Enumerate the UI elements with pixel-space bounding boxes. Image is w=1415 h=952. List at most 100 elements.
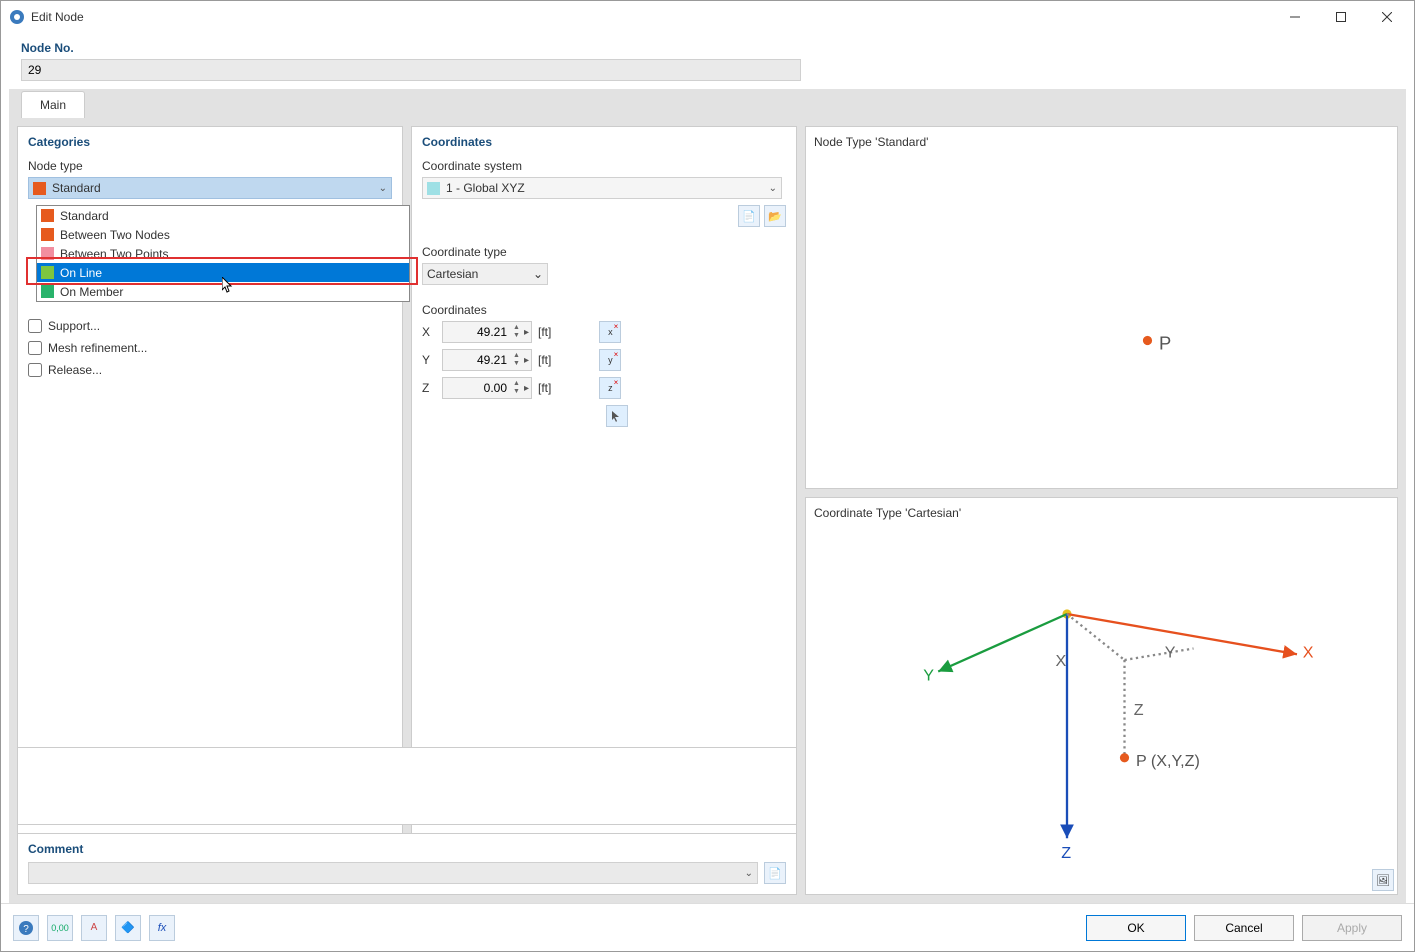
pick-x-button[interactable]: x×: [599, 321, 621, 343]
right-column: Node Type 'Standard' P Coordinate Type '…: [805, 126, 1398, 895]
release-label: Release...: [48, 363, 102, 377]
pick-z-button[interactable]: z×: [599, 377, 621, 399]
coords-label: Coordinates: [422, 303, 786, 317]
axis-label-y: Y: [422, 353, 436, 367]
tab-main[interactable]: Main: [21, 91, 85, 118]
chevron-down-icon: ⌄: [769, 183, 777, 194]
swatch-icon: [41, 285, 54, 298]
edit-coord-system-button[interactable]: 📂: [764, 205, 786, 227]
close-button[interactable]: [1364, 2, 1410, 32]
arrow-icon[interactable]: ▸: [522, 383, 531, 394]
node-type-preview-panel: Node Type 'Standard' P: [805, 126, 1398, 489]
titlebar: Edit Node: [1, 1, 1414, 33]
app-icon: [9, 9, 25, 25]
chevron-down-icon: ⌄: [379, 183, 387, 194]
coordinates-title: Coordinates: [422, 135, 786, 149]
bottom-stack: Comment ⌄ 📄: [17, 747, 797, 895]
node-type-option-between-nodes[interactable]: Between Two Nodes: [37, 225, 409, 244]
content-area: Categories Node type Standard ⌄ Standard: [9, 118, 1406, 903]
swatch-icon: [33, 182, 46, 195]
coord-row-y: Y ▲▼ ▸ [ft] y×: [422, 349, 786, 371]
y-value-input[interactable]: ▲▼ ▸: [442, 349, 532, 371]
swatch-icon: [41, 228, 54, 241]
preview-actions: 🖼: [1372, 869, 1394, 891]
coord-type-preview-label: Coordinate Type 'Cartesian': [814, 506, 1389, 520]
help-button[interactable]: ?: [13, 915, 39, 941]
node-type-selected: Standard: [52, 181, 379, 195]
comment-panel: Comment ⌄ 📄: [17, 833, 797, 895]
spinner-buttons[interactable]: ▲▼: [511, 352, 522, 368]
svg-text:P: P: [1159, 333, 1171, 354]
chevron-down-icon[interactable]: ⌄: [745, 868, 753, 879]
mesh-label: Mesh refinement...: [48, 341, 147, 355]
coord-type-select[interactable]: Cartesian ⌄: [422, 263, 548, 285]
comment-pick-button[interactable]: 📄: [764, 862, 786, 884]
new-coord-system-button[interactable]: 📄: [738, 205, 760, 227]
tab-strip: Main: [9, 89, 1406, 118]
svg-text:P (X,Y,Z): P (X,Y,Z): [1136, 752, 1200, 770]
titlebar-buttons: [1272, 2, 1410, 32]
x-value-input[interactable]: ▲▼ ▸: [442, 321, 532, 343]
minimize-button[interactable]: [1272, 2, 1318, 32]
coord-type-label: Coordinate type: [422, 245, 786, 259]
node-type-option-standard[interactable]: Standard: [37, 206, 409, 225]
coord-row-pick: [422, 405, 786, 427]
node-type-label: Node type: [28, 159, 392, 173]
footer-toolbar: ? 0,00 A 🔷 fx: [13, 915, 175, 941]
edit-node-window: Edit Node Node No. Main Categories Node …: [0, 0, 1415, 952]
maximize-button[interactable]: [1318, 2, 1364, 32]
svg-text:Y: Y: [1165, 644, 1176, 662]
footer: ? 0,00 A 🔷 fx OK Cancel Apply: [1, 903, 1414, 951]
coord-system-label: Coordinate system: [422, 159, 786, 173]
arrow-icon[interactable]: ▸: [522, 327, 531, 338]
swatch-icon: [427, 182, 440, 195]
comment-input[interactable]: ⌄: [28, 862, 758, 884]
swatch-icon: [41, 266, 54, 279]
chevron-down-icon: ⌄: [533, 267, 543, 281]
units-button[interactable]: 0,00: [47, 915, 73, 941]
svg-text:?: ?: [23, 924, 29, 935]
svg-text:Z: Z: [1134, 701, 1144, 719]
view-button[interactable]: 🔷: [115, 915, 141, 941]
svg-text:Z: Z: [1061, 844, 1071, 862]
coord-system-toolbar: 📄 📂: [422, 205, 786, 227]
mesh-refinement-checkbox[interactable]: [28, 341, 42, 355]
preview-image-button[interactable]: 🖼: [1372, 869, 1394, 891]
coord-row-x: X ▲▼ ▸ [ft] x×: [422, 321, 786, 343]
swatch-icon: [41, 247, 54, 260]
swatch-icon: [41, 209, 54, 222]
node-no-input[interactable]: [21, 59, 801, 81]
fx-button[interactable]: fx: [149, 915, 175, 941]
spinner-buttons[interactable]: ▲▼: [511, 324, 522, 340]
spinner-buttons[interactable]: ▲▼: [511, 380, 522, 396]
footer-buttons: OK Cancel Apply: [1086, 915, 1402, 941]
release-checkbox-row: Release...: [28, 363, 392, 377]
options-group: Support... Mesh refinement... Release...: [28, 319, 392, 377]
coord-type-preview-svg: X Y Z X Y Z P (X,Y,Z): [814, 526, 1389, 886]
spacer-panel: [17, 747, 797, 825]
support-checkbox[interactable]: [28, 319, 42, 333]
support-label: Support...: [48, 319, 100, 333]
svg-text:Y: Y: [923, 667, 934, 685]
svg-text:X: X: [1056, 652, 1067, 670]
cancel-button[interactable]: Cancel: [1194, 915, 1294, 941]
node-type-dropdown[interactable]: Standard ⌄: [28, 177, 392, 199]
font-button[interactable]: A: [81, 915, 107, 941]
node-type-preview-label: Node Type 'Standard': [814, 135, 1389, 149]
comment-title: Comment: [28, 842, 786, 856]
z-value-input[interactable]: ▲▼ ▸: [442, 377, 532, 399]
coord-system-select[interactable]: 1 - Global XYZ ⌄: [422, 177, 782, 199]
node-type-option-between-points[interactable]: Between Two Points: [37, 244, 409, 263]
apply-button[interactable]: Apply: [1302, 915, 1402, 941]
mesh-checkbox-row: Mesh refinement...: [28, 341, 392, 355]
pick-y-button[interactable]: y×: [599, 349, 621, 371]
coord-type-preview-panel: Coordinate Type 'Cartesian' X Y Z X: [805, 497, 1398, 895]
pick-all-button[interactable]: [606, 405, 628, 427]
ok-button[interactable]: OK: [1086, 915, 1186, 941]
arrow-icon[interactable]: ▸: [522, 355, 531, 366]
svg-text:X: X: [1303, 644, 1314, 662]
categories-title: Categories: [28, 135, 392, 149]
release-checkbox[interactable]: [28, 363, 42, 377]
window-title: Edit Node: [31, 10, 1272, 24]
cursor-icon: [222, 277, 234, 296]
